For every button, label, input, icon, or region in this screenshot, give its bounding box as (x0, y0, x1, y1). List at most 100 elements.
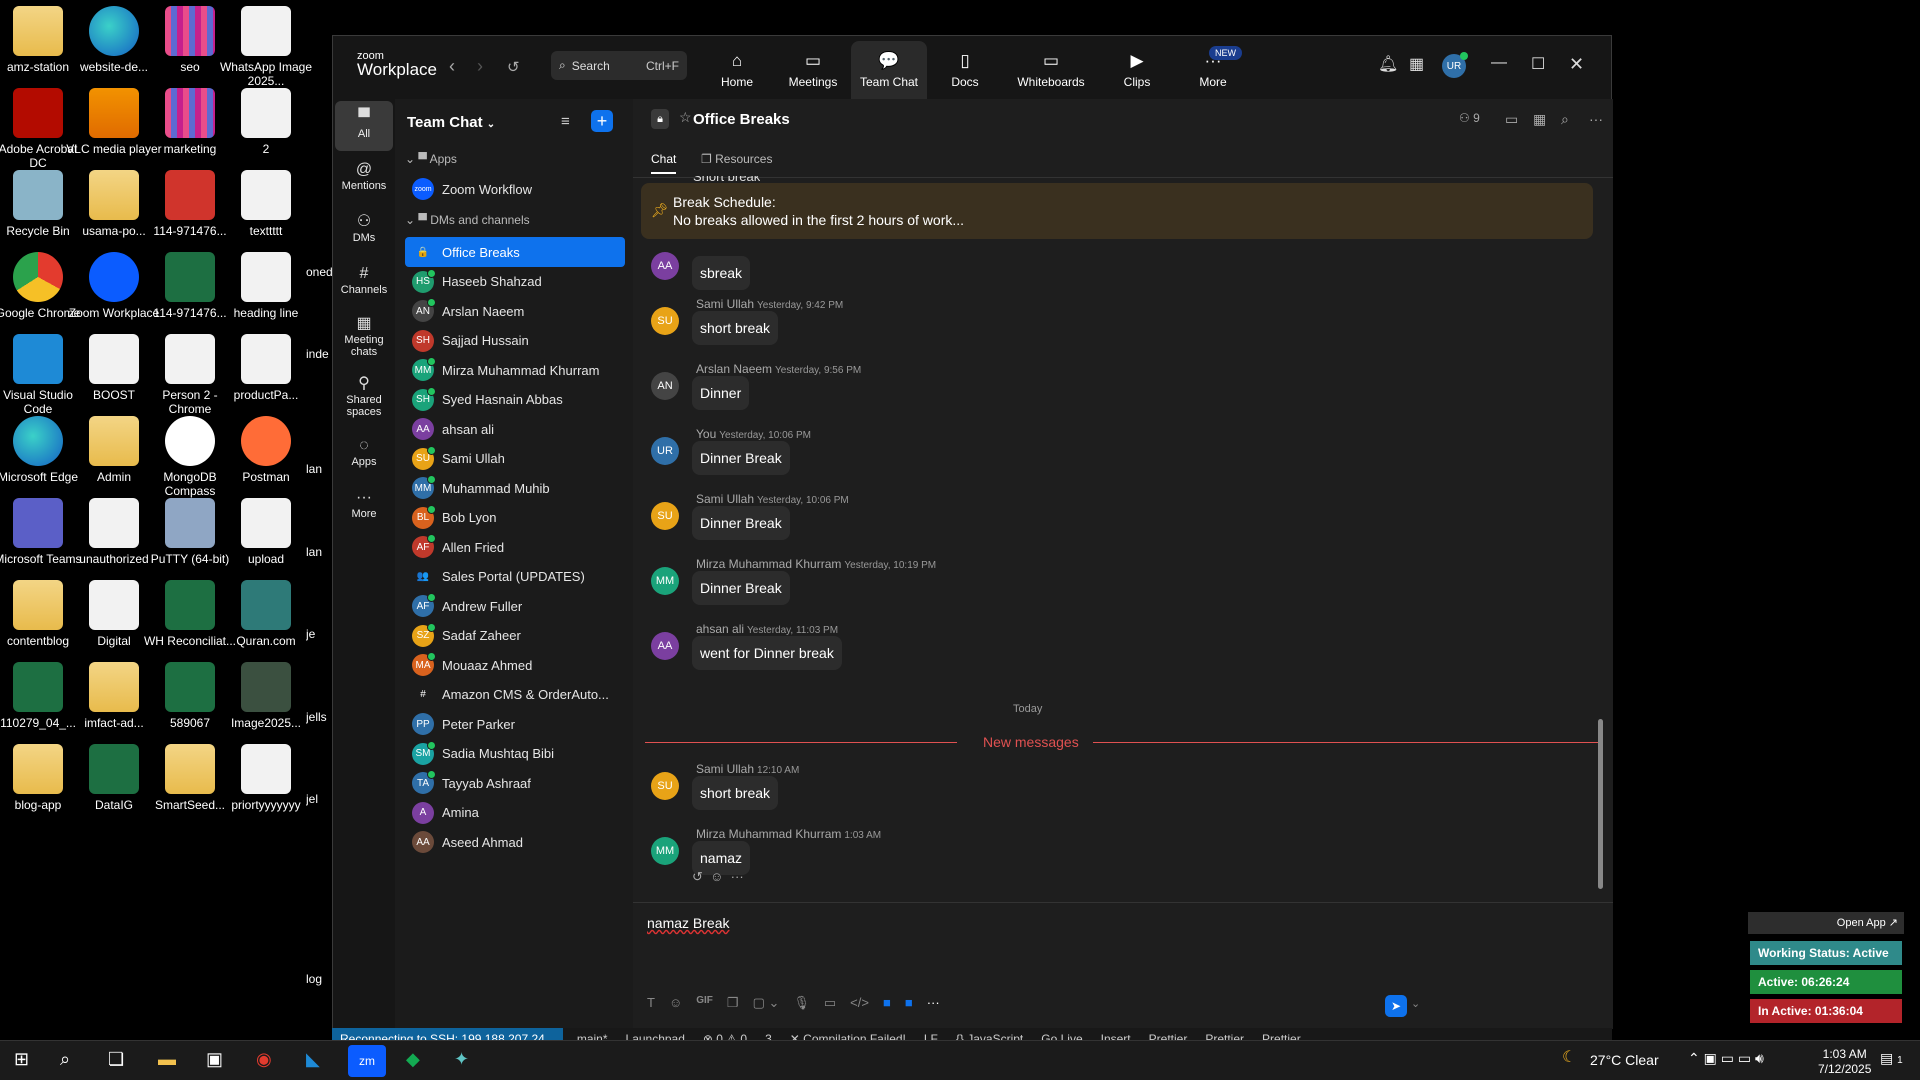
tab-home[interactable]: ⌂ Home (699, 41, 775, 99)
list-item[interactable]: AA Aseed Ahmad (405, 827, 625, 857)
rail-item-meeting-chats[interactable]: ▦ Meeting chats (335, 309, 393, 367)
send-button[interactable]: ➤ (1385, 995, 1407, 1017)
emoji-icon[interactable]: ☺ (669, 995, 682, 1011)
calendar-icon[interactable]: ▦ (1533, 111, 1546, 128)
maximize-icon[interactable]: ☐ (1531, 54, 1545, 74)
rail-item-channels[interactable]: # Channels (335, 257, 393, 307)
rail-item-shared-spaces[interactable]: ⚲ Shared spaces (335, 369, 393, 427)
rail-item-mentions[interactable]: @ Mentions (335, 153, 393, 203)
zoom-workflow-item[interactable]: zoom Zoom Workflow (405, 174, 625, 204)
reply-icon[interactable]: ↺ (692, 869, 703, 884)
chrome-icon[interactable]: ◉ (256, 1049, 272, 1070)
list-item[interactable]: AA ahsan ali (405, 414, 625, 444)
vscode-icon[interactable]: ◣ (306, 1049, 320, 1070)
forward-arrow-icon[interactable]: › (477, 56, 483, 77)
avatar[interactable]: UR (1442, 52, 1468, 78)
tab-clips[interactable]: ▶ Clips (1099, 41, 1175, 99)
list-item[interactable]: BL Bob Lyon (405, 503, 625, 533)
team-chat-header[interactable]: Team Chat ⌄ (407, 114, 495, 131)
list-item[interactable]: MA Mouaaz Ahmed (405, 650, 625, 680)
list-item[interactable]: 🔒 Office Breaks (405, 237, 625, 267)
search-icon[interactable]: ⌕ (1561, 111, 1569, 128)
clock[interactable]: 1:03 AM 7/12/2025 (1818, 1047, 1871, 1077)
list-item[interactable]: 👥 Sales Portal (UPDATES) (405, 562, 625, 592)
rail-item-dms[interactable]: ⚇ DMs (335, 205, 393, 255)
app2-icon[interactable]: ■ (905, 995, 913, 1011)
scrollbar[interactable] (1598, 719, 1603, 889)
screenshot-icon[interactable]: ▢ ⌄ (753, 995, 780, 1011)
tray-icons[interactable]: ⌃ ▣ ▭ ▭ 🔊︎ (1688, 1051, 1764, 1066)
desktop-icon-label: marketing (163, 142, 217, 156)
open-app-button[interactable]: Open App ↗ (1748, 912, 1904, 934)
list-item[interactable]: MM Mirza Muhammad Khurram (405, 355, 625, 385)
list-item[interactable]: AN Arslan Naeem (405, 296, 625, 326)
list-item[interactable]: MM Muhammad Muhib (405, 473, 625, 503)
list-item[interactable]: AF Allen Fried (405, 532, 625, 562)
code-icon[interactable]: </> (850, 995, 869, 1011)
more-icon[interactable]: ··· (1589, 111, 1603, 127)
list-item[interactable]: SZ Sadaf Zaheer (405, 621, 625, 651)
tab-docs[interactable]: ▯ Docs (927, 41, 1003, 99)
list-item[interactable]: SU Sami Ullah (405, 444, 625, 474)
format-icon[interactable]: T (647, 995, 655, 1011)
composer[interactable]: namaz Break T ☺ GIF ❐ ▢ ⌄ 🎙︎ ▭ </> ■ ■ ·… (633, 902, 1613, 1029)
notification-icon[interactable]: ▤ 1 (1880, 1051, 1903, 1068)
list-item[interactable]: # Amazon CMS & OrderAuto... (405, 680, 625, 710)
history-icon[interactable]: ↺ (507, 58, 520, 76)
more-icon[interactable]: ··· (731, 869, 744, 884)
calendar-icon[interactable]: ▦ (1409, 54, 1424, 74)
list-item[interactable]: SH Sajjad Hussain (405, 326, 625, 356)
file-icon[interactable]: ❐ (727, 995, 739, 1011)
mic-icon[interactable]: 🎙︎ (793, 995, 810, 1011)
message-input[interactable]: namaz Break (647, 915, 729, 931)
back-arrow-icon[interactable]: ‹ (449, 56, 455, 77)
store-icon[interactable]: ▣ (206, 1049, 223, 1070)
gif-icon[interactable]: GIF (696, 995, 713, 1011)
mongodb-icon[interactable]: ◆ (406, 1049, 420, 1070)
bell-icon[interactable]: 🔔︎ (1378, 54, 1398, 74)
file-explorer-icon[interactable]: ▬ (158, 1049, 176, 1070)
message-actions: ↺ ☺ ··· (692, 869, 744, 885)
list-item-label: Aseed Ahmad (442, 834, 523, 850)
list-item[interactable]: A Amina (405, 798, 625, 828)
video-message-icon[interactable]: ▭ (824, 995, 836, 1011)
list-item[interactable]: PP Peter Parker (405, 709, 625, 739)
dm-section[interactable]: ⌄ ▀ DMs and channels (405, 213, 530, 227)
tab-resources[interactable]: ❐ Resources (701, 152, 772, 166)
pinned-message[interactable]: 📌︎ Break Schedule: No breaks allowed in … (641, 183, 1593, 239)
minimize-icon[interactable]: — (1491, 54, 1507, 72)
message-time: 12:10 AM (757, 765, 800, 776)
list-item[interactable]: AF Andrew Fuller (405, 591, 625, 621)
avatar: BL (412, 504, 436, 529)
desktop-icon[interactable]: priortyyyyyyy (218, 738, 314, 834)
zoom-taskbar-icon[interactable]: zm (348, 1045, 386, 1077)
list-item[interactable]: SH Syed Hasnain Abbas (405, 385, 625, 415)
members-icon[interactable]: ⚇ 9 (1459, 111, 1480, 125)
emoji-reaction-icon[interactable]: ☺ (710, 869, 723, 884)
tab-whiteboards[interactable]: ▭ Whiteboards (1003, 41, 1099, 99)
weather-text[interactable]: 27°C Clear (1590, 1053, 1659, 1068)
windows-start-icon[interactable]: ⊞ (14, 1049, 29, 1070)
rail-item-more[interactable]: ··· More (335, 481, 393, 531)
app-icon[interactable]: ✦ (454, 1049, 469, 1070)
video-icon[interactable]: ▭ (1505, 111, 1518, 128)
send-options-icon[interactable]: ⌄ (1411, 997, 1420, 1010)
search-icon[interactable]: ⌕ (60, 1049, 70, 1070)
star-icon[interactable]: ☆ (679, 109, 692, 126)
filter-icon[interactable]: ≡ (561, 113, 570, 130)
app-icon[interactable]: ■ (883, 995, 891, 1011)
apps-section[interactable]: ⌄ ▀ Apps (405, 152, 457, 166)
tab-meetings[interactable]: ▭ Meetings (775, 41, 851, 99)
more-icon[interactable]: ··· (927, 995, 940, 1011)
task-view-icon[interactable]: ❏ (108, 1049, 124, 1070)
tab-chat[interactable]: Chat (651, 152, 677, 174)
search-input[interactable]: ⌕ Search Ctrl+F (551, 51, 687, 80)
new-chat-button[interactable]: + (591, 110, 613, 132)
list-item[interactable]: HS Haseeb Shahzad (405, 267, 625, 297)
rail-item-apps[interactable]: ◌ Apps (335, 429, 393, 479)
close-icon[interactable]: ✕ (1569, 54, 1584, 75)
rail-item-all[interactable]: ▀ All (335, 101, 393, 151)
tab-team-chat[interactable]: 💬 Team Chat (851, 41, 927, 99)
list-item[interactable]: TA Tayyab Ashraaf (405, 768, 625, 798)
list-item[interactable]: SM Sadia Mushtaq Bibi (405, 739, 625, 769)
